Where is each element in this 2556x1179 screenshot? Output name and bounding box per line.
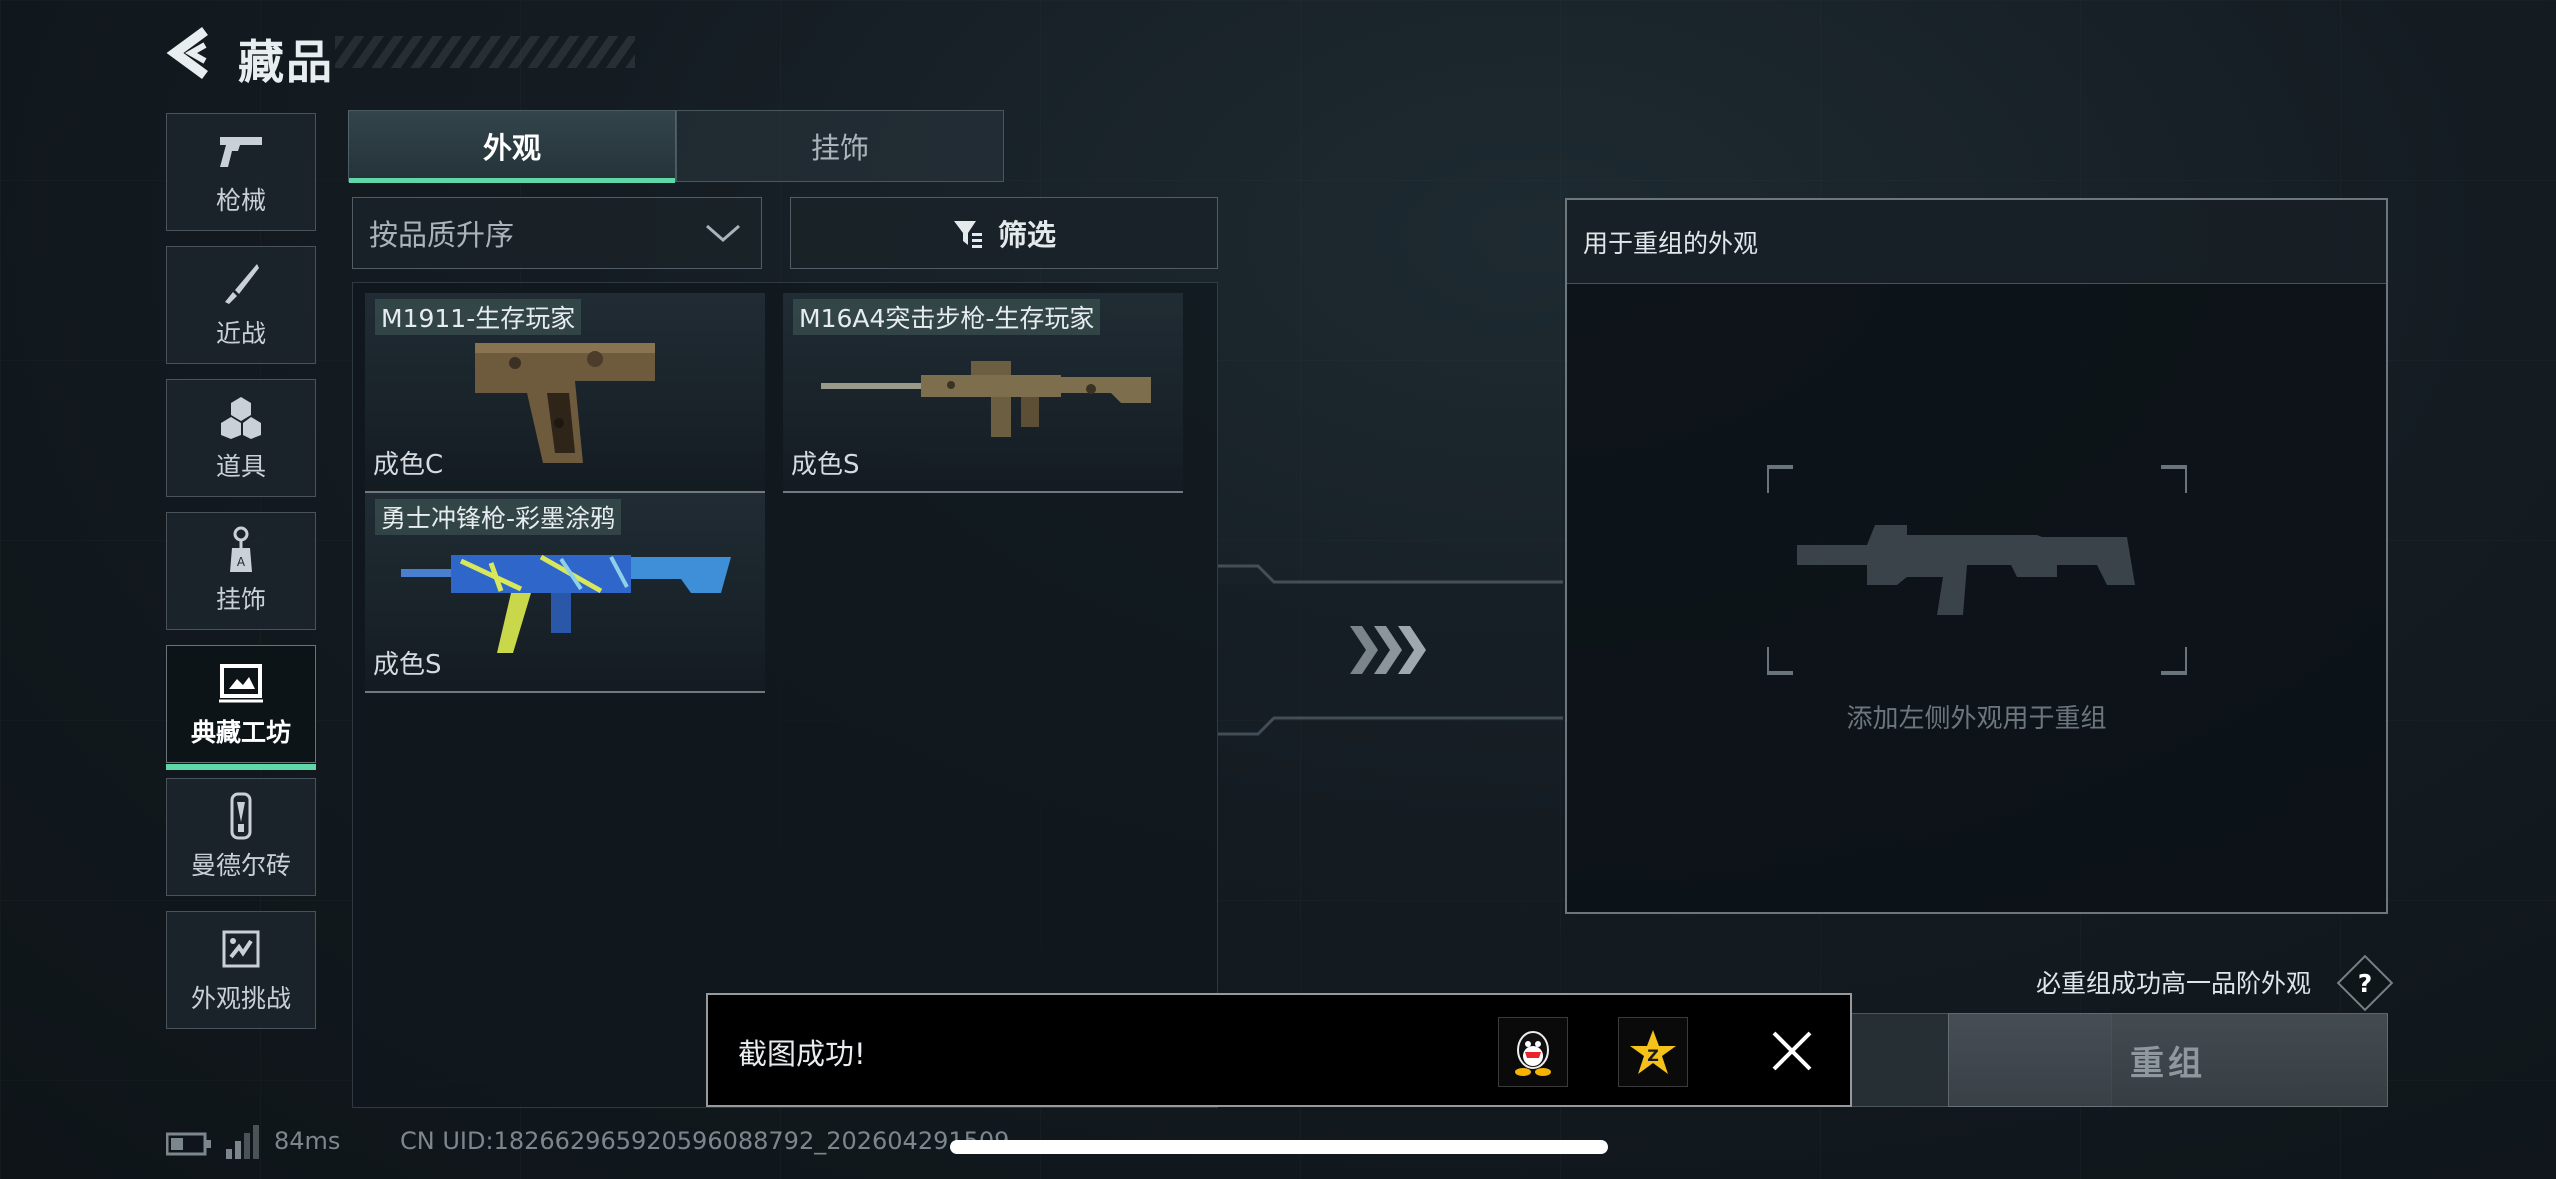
share-qq-button[interactable] <box>1498 1017 1568 1087</box>
filter-button[interactable]: 筛选 <box>790 197 1218 269</box>
close-icon[interactable] <box>1770 1029 1814 1073</box>
help-symbol: ? <box>2357 968 2373 998</box>
skin-card-m1911[interactable]: M1911-生存玩家 成色C <box>365 293 765 493</box>
latency-text: 84ms <box>274 1127 341 1155</box>
toast-message: 截图成功! <box>738 1037 866 1071</box>
skin-name: M1911-生存玩家 <box>375 299 582 335</box>
mandel-brick-icon <box>217 792 265 840</box>
sidebar-item-label: 道具 <box>215 452 266 481</box>
sidebar-item-challenge[interactable]: 外观挑战 <box>166 911 316 1029</box>
skin-grade: 成色C <box>373 450 444 480</box>
sidebar-item-label: 近战 <box>215 319 266 348</box>
chevron-right-icon <box>1350 626 1426 674</box>
home-indicator[interactable] <box>950 1140 1608 1154</box>
sort-selected-value: 按品质升序 <box>369 218 515 252</box>
page-title: 藏品 <box>238 35 334 89</box>
sidebar-item-label: 枪械 <box>215 186 266 215</box>
skin-grade: 成色S <box>373 650 442 680</box>
skin-grade: 成色S <box>791 450 860 480</box>
help-icon[interactable]: ? <box>2336 954 2394 1012</box>
screenshot-toast: 截图成功! Z <box>706 993 1852 1107</box>
filter-label: 筛选 <box>997 218 1056 252</box>
sidebar-item-melee[interactable]: 近战 <box>166 246 316 364</box>
empty-slot-rifle-icon[interactable] <box>1767 465 2187 675</box>
tab-charms[interactable]: 挂饰 <box>676 110 1004 182</box>
remodel-button[interactable]: 重组 <box>1948 1013 2388 1107</box>
guarantee-text: 必重组成功高一品阶外观 <box>2036 969 2312 998</box>
qq-penguin-icon <box>1515 1031 1551 1076</box>
qzone-star-icon: Z <box>1630 1030 1676 1074</box>
skin-card-m16a4[interactable]: M16A4突击步枪-生存玩家 成色S <box>783 293 1183 493</box>
svg-text:Z: Z <box>1647 1046 1659 1065</box>
share-qzone-button[interactable]: Z <box>1618 1017 1688 1087</box>
sidebar-item-label: 曼德尔砖 <box>190 851 291 880</box>
gun-icon <box>217 127 265 175</box>
remodel-placeholder-text: 添加左侧外观用于重组 <box>1846 704 2107 734</box>
sidebar-item-label: 外观挑战 <box>190 984 291 1013</box>
skin-name: M16A4突击步枪-生存玩家 <box>793 299 1101 335</box>
sidebar-item-items[interactable]: 道具 <box>166 379 316 497</box>
sort-dropdown[interactable]: 按品质升序 <box>352 197 762 269</box>
challenge-icon <box>217 925 265 973</box>
skin-name: 勇士冲锋枪-彩墨涂鸦 <box>375 499 622 535</box>
knife-icon <box>217 260 265 308</box>
remodel-panel-title: 用于重组的外观 <box>1567 200 2386 284</box>
sidebar-item-charms[interactable]: A 挂饰 <box>166 512 316 630</box>
smg-skin-image <box>401 554 731 653</box>
rifle-skin-image <box>821 361 1151 437</box>
sidebar-item-label: 挂饰 <box>215 585 266 614</box>
signal-icon <box>226 1125 259 1159</box>
title-decoration <box>335 36 635 68</box>
filter-icon <box>953 221 982 248</box>
sidebar-item-label: 典藏工坊 <box>190 718 291 747</box>
skin-grid: M1911-生存玩家 成色C M16A4突击步枪-生存玩家 成色S 勇士冲锋枪-… <box>352 282 1218 1108</box>
uid-text: CN UID:182662965920596088792_20260429150… <box>400 1127 1010 1155</box>
workshop-icon <box>217 659 265 707</box>
remodel-panel: 用于重组的外观 添加左侧外观用于重组 <box>1565 198 2388 914</box>
skin-card-warrior-smg[interactable]: 勇士冲锋枪-彩墨涂鸦 成色S <box>365 493 765 693</box>
back-arrow-icon[interactable] <box>165 25 213 81</box>
sidebar-item-mandel-brick[interactable]: 曼德尔砖 <box>166 778 316 896</box>
svg-text:A: A <box>237 555 246 569</box>
battery-icon <box>166 1132 211 1156</box>
charm-icon: A <box>217 526 265 574</box>
tab-appearance[interactable]: 外观 <box>348 110 676 183</box>
sidebar-item-workshop[interactable]: 典藏工坊 <box>166 645 316 770</box>
pistol-skin-image <box>475 343 655 463</box>
sidebar-item-guns[interactable]: 枪械 <box>166 113 316 231</box>
chevron-down-icon <box>706 224 740 242</box>
grenade-icon <box>217 393 265 441</box>
